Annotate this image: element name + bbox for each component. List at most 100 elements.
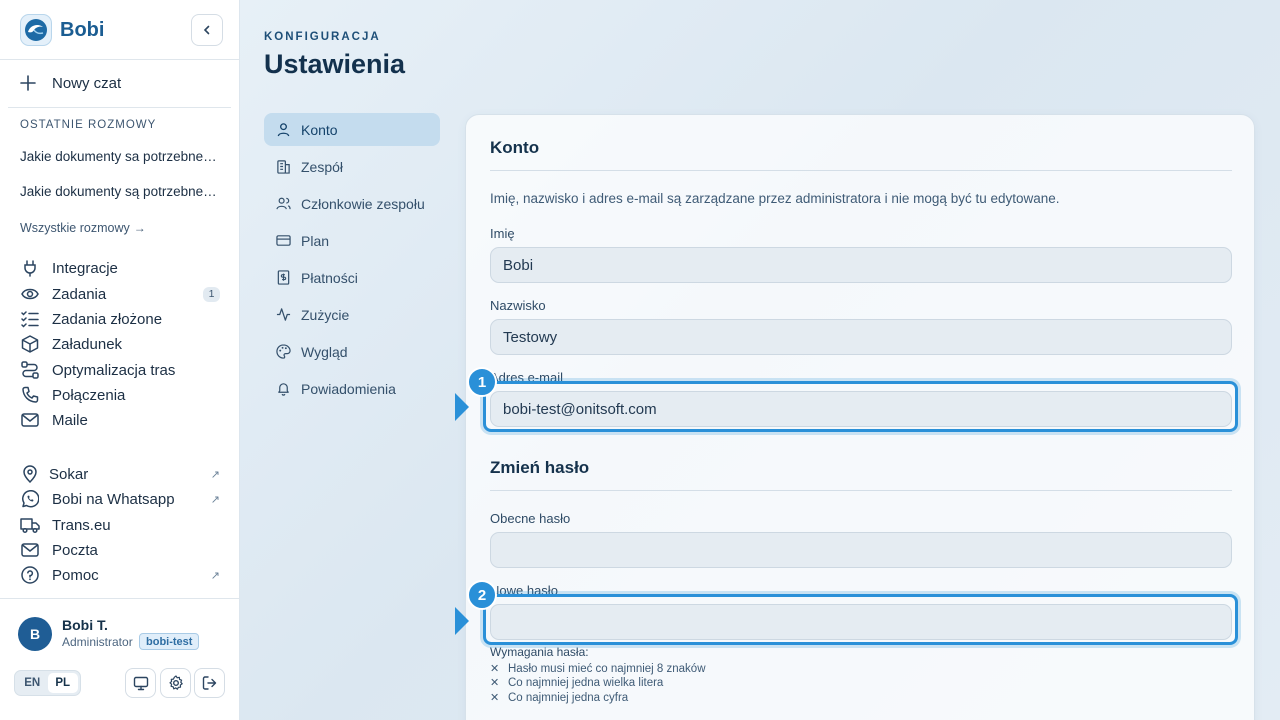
nav-item-zadania-zlozone[interactable]: Zadania złożone <box>20 308 220 330</box>
plug-icon <box>20 258 40 278</box>
brand[interactable]: Bobi <box>20 14 104 46</box>
settings-tab-wyglad[interactable]: Wygląd <box>264 335 440 368</box>
x-icon: ✕ <box>490 677 500 689</box>
last-name-field[interactable]: Testowy <box>490 319 1232 355</box>
checklist-icon <box>20 309 40 329</box>
recent-chat-item[interactable]: Jakie dokumenty sa potrzebne przy odpraw… <box>20 149 220 164</box>
all-chats-label: Wszystkie rozmowy <box>20 221 130 235</box>
mail-icon <box>20 410 40 430</box>
settings-tab-label: Plan <box>301 232 330 249</box>
link-pomoc[interactable]: Pomoc ↗ <box>20 564 220 586</box>
recent-chat-item[interactable]: Jakie dokumenty są potrzebne przy odpraw… <box>20 184 220 199</box>
user-role: Administrator <box>62 635 133 649</box>
pointer-arrow-icon <box>455 607 469 635</box>
nav-item-polaczenia[interactable]: Połączenia <box>20 384 220 406</box>
box-icon <box>20 334 40 354</box>
divider <box>490 490 1232 491</box>
settings-tab-zespol[interactable]: Zespół <box>264 150 440 183</box>
annotation-marker: 2 <box>467 580 497 610</box>
nav-item-optymalizacja-tras[interactable]: Optymalizacja tras <box>20 359 220 381</box>
account-section-title: Konto <box>490 138 540 157</box>
first-name-label: Imię <box>490 226 515 241</box>
logout-icon <box>202 676 216 690</box>
link-trans-eu[interactable]: Trans.eu <box>20 514 220 536</box>
external-link-icon: ↗ <box>210 493 220 506</box>
settings-tab-zuzycie[interactable]: Zużycie <box>264 298 440 331</box>
collapse-sidebar-button[interactable] <box>191 14 223 46</box>
link-label: Trans.eu <box>52 516 111 534</box>
settings-tab-konto[interactable]: Konto <box>264 113 440 146</box>
language-toggle[interactable]: EN PL <box>14 670 81 696</box>
settings-tab-label: Wygląd <box>301 343 348 360</box>
divider <box>8 107 231 108</box>
count-badge: 1 <box>203 286 220 302</box>
settings-tab-czlonkowie[interactable]: Członkowie zespołu <box>264 187 440 220</box>
x-icon: ✕ <box>490 663 500 675</box>
building-icon <box>275 159 291 175</box>
link-label: Pomoc <box>52 566 99 584</box>
arrow-right-icon: → <box>133 221 146 235</box>
lang-pl-option[interactable]: PL <box>47 673 78 693</box>
user-name: Bobi T. <box>62 617 108 633</box>
help-icon <box>20 565 40 585</box>
chevron-left-icon <box>203 25 210 35</box>
eye-icon <box>20 284 40 304</box>
mail-icon <box>20 540 40 560</box>
invoice-icon <box>275 270 291 286</box>
annotation-marker: 1 <box>467 367 497 397</box>
account-note: Imię, nazwisko i adres e-mail są zarządz… <box>490 191 1060 206</box>
requirement-text: Hasło musi mieć co najmniej 8 znaków <box>508 662 706 675</box>
link-poczta[interactable]: Poczta <box>20 539 220 561</box>
display-settings-button[interactable] <box>125 668 156 698</box>
settings-tab-label: Płatności <box>301 269 358 286</box>
requirement-text: Co najmniej jedna wielka litera <box>508 676 664 689</box>
nav-item-label: Połączenia <box>52 386 126 404</box>
first-name-field[interactable]: Bobi <box>490 247 1232 283</box>
new-chat-button[interactable]: Nowy czat <box>20 72 121 94</box>
x-icon: ✕ <box>490 692 500 704</box>
brand-name: Bobi <box>60 18 105 41</box>
nav-item-zaladunek[interactable]: Załadunek <box>20 333 220 355</box>
settings-tab-label: Konto <box>301 121 338 138</box>
nav-item-label: Załadunek <box>52 335 123 353</box>
users-icon <box>275 196 291 212</box>
palette-icon <box>275 344 291 360</box>
divider <box>0 598 240 599</box>
avatar[interactable]: B <box>18 617 52 651</box>
user-icon <box>275 122 291 138</box>
lang-en-option[interactable]: EN <box>17 673 48 693</box>
divider <box>0 59 240 60</box>
logout-button[interactable] <box>194 668 225 698</box>
monitor-icon <box>133 676 148 691</box>
settings-button[interactable] <box>160 668 191 698</box>
nav-item-label: Integracje <box>52 259 118 277</box>
current-password-field[interactable] <box>490 532 1232 568</box>
external-link-icon: ↗ <box>210 468 220 481</box>
nav-item-maile[interactable]: Maile <box>20 409 220 431</box>
whatsapp-icon <box>20 489 40 509</box>
link-label: Sokar <box>49 465 89 483</box>
all-chats-link[interactable]: Wszystkie rozmowy → <box>20 221 146 235</box>
main-content: KONFIGURACJA Ustawienia Konto Zespół Czł… <box>240 0 1280 720</box>
settings-tab-label: Zużycie <box>301 306 350 323</box>
settings-tab-plan[interactable]: Plan <box>264 224 440 257</box>
link-bobi-whatsapp[interactable]: Bobi na Whatsapp ↗ <box>20 488 220 510</box>
current-password-label: Obecne hasło <box>490 511 571 526</box>
dolphin-logo-icon <box>20 14 52 46</box>
password-requirement: ✕ Hasło musi mieć co najmniej 8 znaków <box>490 662 706 676</box>
settings-tab-powiadomienia[interactable]: Powiadomienia <box>264 372 440 405</box>
nav-item-zadania[interactable]: Zadania 1 <box>20 283 220 305</box>
pointer-arrow-icon <box>455 393 469 421</box>
nav-item-integracje[interactable]: Integracje <box>20 257 220 279</box>
settings-tab-label: Członkowie zespołu <box>301 195 425 212</box>
requirement-text: Co najmniej jedna cyfra <box>508 691 629 704</box>
settings-tab-platnosci[interactable]: Płatności <box>264 261 440 294</box>
page-title: Ustawienia <box>264 49 406 79</box>
page-eyebrow: KONFIGURACJA <box>264 31 381 43</box>
settings-tab-label: Powiadomienia <box>301 380 396 397</box>
link-sokar[interactable]: Sokar ↗ <box>20 463 220 485</box>
nav-item-label: Zadania <box>52 285 107 303</box>
highlight-frame <box>483 594 1238 645</box>
new-chat-label: Nowy czat <box>52 74 122 92</box>
phone-icon <box>20 385 40 405</box>
